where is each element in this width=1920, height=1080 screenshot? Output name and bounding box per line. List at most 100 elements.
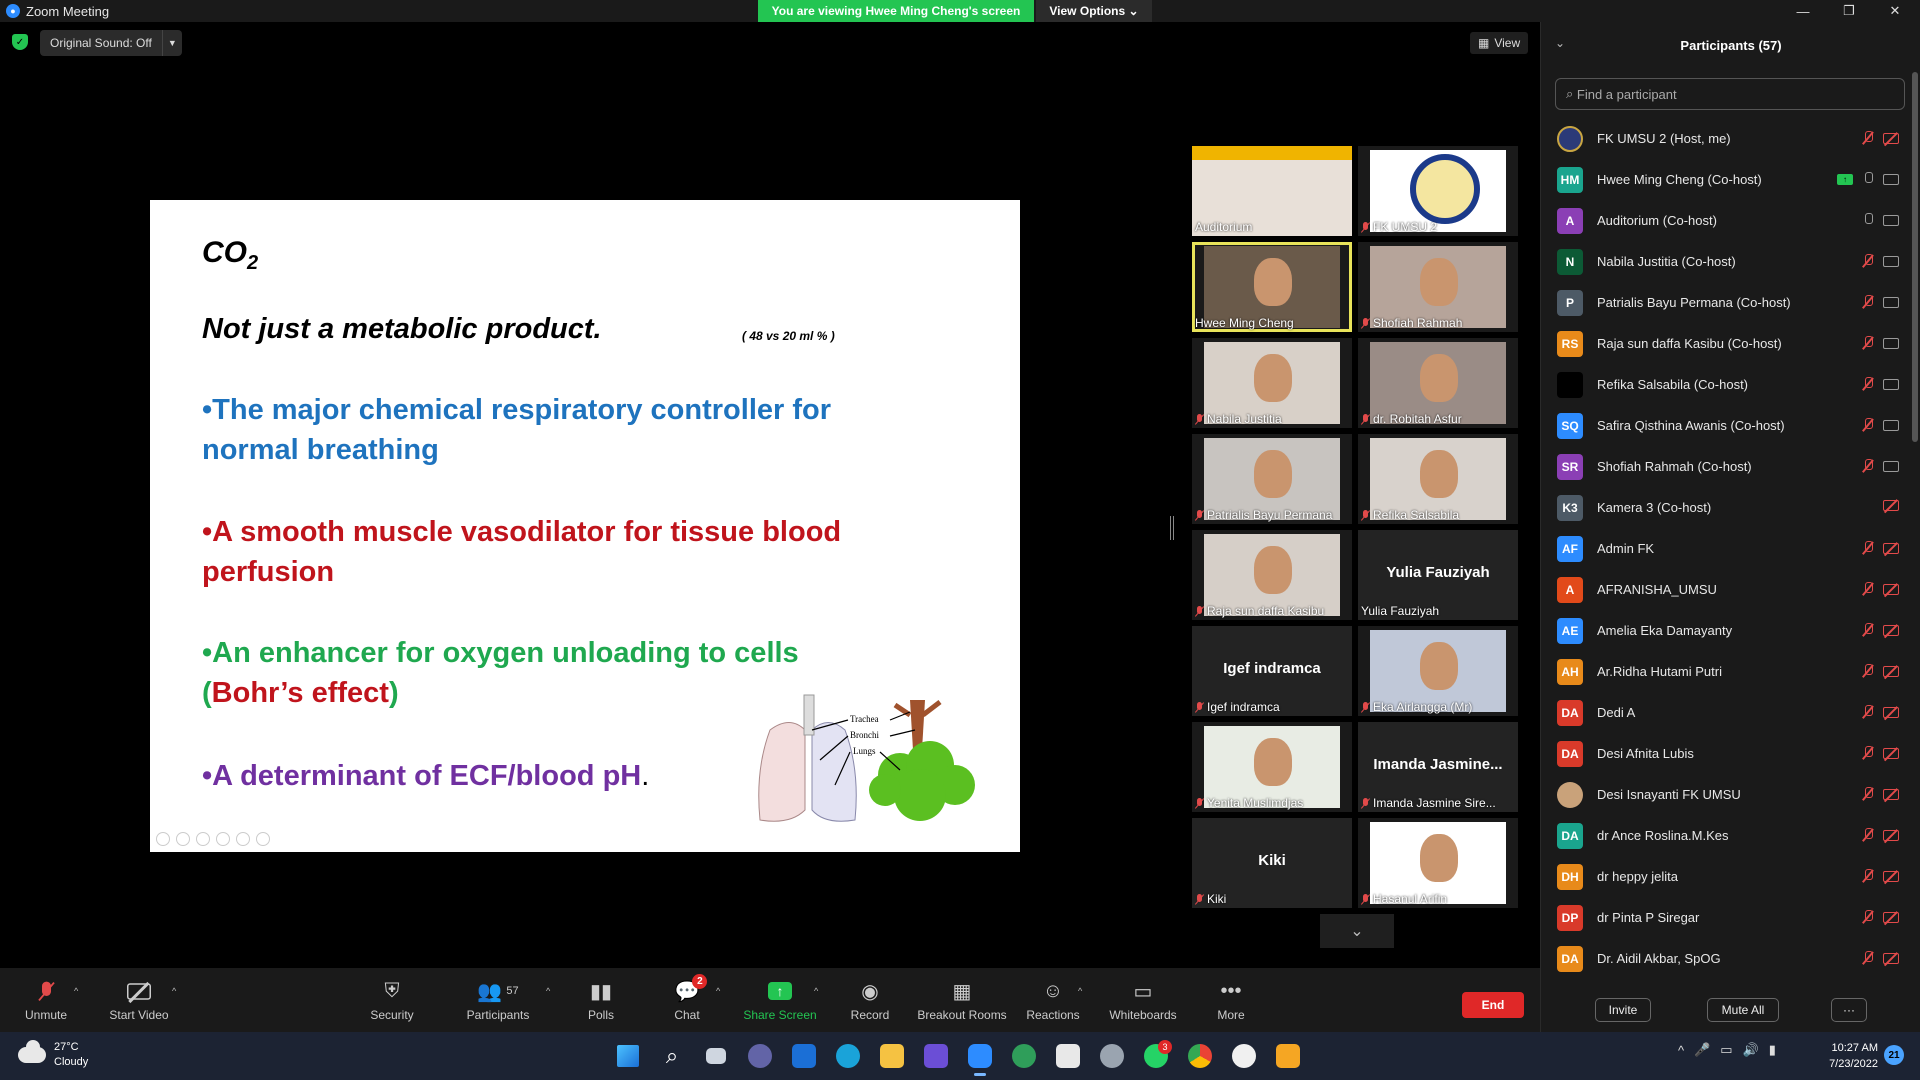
breakout-rooms-button[interactable]: ▦ Breakout Rooms <box>917 968 1006 1032</box>
video-tile[interactable]: FK UMSU 2 <box>1358 146 1518 236</box>
task-view-icon[interactable] <box>700 1038 732 1074</box>
video-tile[interactable]: Nabila Justitia <box>1192 338 1352 428</box>
participants-button[interactable]: 👥 57 Participants <box>464 968 532 1032</box>
chat-button[interactable]: 💬 2 Chat <box>672 968 708 1032</box>
participant-row[interactable]: RS Raja sun daffa Kasibu (Co-host) <box>1541 323 1920 364</box>
invite-button[interactable]: Invite <box>1595 998 1651 1022</box>
polls-button[interactable]: ▮▮ Polls <box>586 968 616 1032</box>
network-icon[interactable]: ▭ <box>1720 1042 1732 1058</box>
encryption-shield-icon[interactable]: ✓ <box>12 34 28 50</box>
participant-row[interactable]: P Patrialis Bayu Permana (Co-host) <box>1541 282 1920 323</box>
more-options-button[interactable]: ··· <box>1831 998 1867 1022</box>
view-button[interactable]: ▦ View <box>1470 32 1529 54</box>
participant-row[interactable]: AH Ar.Ridha Hutami Putri <box>1541 651 1920 692</box>
participant-row[interactable]: Desi Isnayanti FK UMSU <box>1541 774 1920 815</box>
participant-row[interactable]: Refika Salsabila (Co-host) <box>1541 364 1920 405</box>
notification-badge[interactable]: 21 <box>1884 1045 1904 1065</box>
restore-button[interactable]: ❐ <box>1826 0 1872 22</box>
zoom-app-icon[interactable] <box>964 1038 996 1076</box>
panel-scrollbar[interactable] <box>1912 72 1918 442</box>
gallery-scroll-down-button[interactable]: ⌄ <box>1320 914 1394 948</box>
security-button[interactable]: ⛨ Security <box>364 968 420 1032</box>
video-tile[interactable]: Eka Airlangga (Mr) <box>1358 626 1518 716</box>
video-tile[interactable]: Shofiah Rahmah <box>1358 242 1518 332</box>
participant-row[interactable]: DH dr heppy jelita <box>1541 856 1920 897</box>
video-tile[interactable]: Hasanul Arifin <box>1358 818 1518 908</box>
slide-nav-controls[interactable] <box>156 832 270 846</box>
participant-row[interactable]: AF Admin FK <box>1541 528 1920 569</box>
participant-row[interactable]: FK UMSU 2 (Host, me) <box>1541 118 1920 159</box>
participant-row[interactable]: AE Amelia Eka Damayanty <box>1541 610 1920 651</box>
windows-start-icon[interactable] <box>612 1038 644 1074</box>
edge-browser-icon[interactable] <box>832 1038 864 1074</box>
participant-row[interactable]: SR Shofiah Rahmah (Co-host) <box>1541 446 1920 487</box>
participant-search-input[interactable]: ⌕ Find a participant <box>1555 78 1905 110</box>
database-app-icon[interactable] <box>1096 1038 1128 1074</box>
whiteboards-button[interactable]: ▭ Whiteboards <box>1108 968 1178 1032</box>
chat-options-caret-icon[interactable]: ^ <box>716 986 720 996</box>
mic-muted-icon <box>41 978 51 1004</box>
close-window-button[interactable]: ✕ <box>1872 0 1918 22</box>
teams-chat-icon[interactable] <box>744 1038 776 1074</box>
video-tile[interactable]: Patrialis Bayu Permana <box>1192 434 1352 524</box>
search-icon[interactable]: ⌕ <box>656 1038 688 1074</box>
chevron-up-icon[interactable]: ^ <box>1678 1043 1684 1058</box>
participant-row[interactable]: DA Dr. Aidil Akbar, SpOG <box>1541 938 1920 979</box>
original-sound-toggle[interactable]: Original Sound: Off ▼ <box>40 30 182 56</box>
reactions-options-caret-icon[interactable]: ^ <box>1078 986 1082 996</box>
speaker-icon[interactable]: 🔊 <box>1743 1042 1759 1058</box>
audio-options-caret-icon[interactable]: ^ <box>74 986 78 996</box>
participant-row[interactable]: DA Dedi A <box>1541 692 1920 733</box>
video-camera-icon <box>1883 337 1899 349</box>
video-tile[interactable]: Yulia Fauziyah Yulia Fauziyah <box>1358 530 1518 620</box>
taskbar-clock[interactable]: 10:27 AM 7/23/2022 <box>1810 1040 1878 1072</box>
unmute-button[interactable]: Unmute <box>22 968 70 1032</box>
folder-app-icon[interactable] <box>1272 1038 1304 1074</box>
chevron-down-icon[interactable]: ▼ <box>161 30 182 56</box>
participant-status-icons <box>1863 131 1899 145</box>
video-tile[interactable]: Raja sun daffa Kasibu <box>1192 530 1352 620</box>
video-tile[interactable]: Kiki Kiki <box>1192 818 1352 908</box>
video-tile[interactable]: dr. Robitah Asfur <box>1358 338 1518 428</box>
participant-row[interactable]: DP dr Pinta P Siregar <box>1541 897 1920 938</box>
video-tile[interactable]: Hwee Ming Cheng <box>1192 242 1352 332</box>
participant-row[interactable]: HM Hwee Ming Cheng (Co-host) ↑ <box>1541 159 1920 200</box>
end-meeting-button[interactable]: End <box>1462 992 1524 1018</box>
video-tile[interactable]: Igef indramca Igef indramca <box>1192 626 1352 716</box>
more-button[interactable]: ••• More <box>1214 968 1248 1032</box>
participant-row[interactable]: DA dr Ance Roslina.M.Kes <box>1541 815 1920 856</box>
minimize-button[interactable]: — <box>1780 0 1826 22</box>
weather-widget[interactable]: 27°C Cloudy <box>18 1040 88 1070</box>
snipping-tool-icon[interactable] <box>1052 1038 1084 1074</box>
start-video-button[interactable]: Start Video <box>104 968 174 1032</box>
file-explorer-icon[interactable] <box>876 1038 908 1074</box>
participants-options-caret-icon[interactable]: ^ <box>546 986 550 996</box>
view-options-button[interactable]: View Options ⌄ <box>1036 0 1152 22</box>
mute-all-button[interactable]: Mute All <box>1707 998 1779 1022</box>
stopwatch-app-icon[interactable] <box>1228 1038 1260 1074</box>
video-tile[interactable]: Refika Salsabila <box>1358 434 1518 524</box>
video-tile[interactable]: Yenita Muslimdjas <box>1192 722 1352 812</box>
chrome-icon[interactable] <box>1184 1038 1216 1074</box>
record-button[interactable]: ◉ Record <box>848 968 892 1032</box>
participant-row[interactable]: DA Desi Afnita Lubis <box>1541 733 1920 774</box>
weather-condition: Cloudy <box>54 1056 89 1068</box>
battery-icon[interactable]: ▮ <box>1769 1042 1776 1058</box>
panel-splitter-handle[interactable] <box>1170 516 1174 540</box>
reactions-button[interactable]: ☺ Reactions <box>1026 968 1080 1032</box>
participant-row[interactable]: A AFRANISHA_UMSU <box>1541 569 1920 610</box>
visual-studio-icon[interactable] <box>920 1038 952 1074</box>
mail-icon[interactable] <box>788 1038 820 1074</box>
video-options-caret-icon[interactable]: ^ <box>172 986 176 996</box>
participant-row[interactable]: K3 Kamera 3 (Co-host) <box>1541 487 1920 528</box>
share-screen-button[interactable]: ↑ Share Screen <box>743 968 817 1032</box>
globe-app-icon[interactable] <box>1008 1038 1040 1074</box>
microphone-tray-icon[interactable]: 🎤 <box>1694 1042 1710 1058</box>
participant-row[interactable]: N Nabila Justitia (Co-host) <box>1541 241 1920 282</box>
video-tile[interactable]: Auditorium <box>1192 146 1352 236</box>
participant-row[interactable]: SQ Safira Qisthina Awanis (Co-host) <box>1541 405 1920 446</box>
share-options-caret-icon[interactable]: ^ <box>814 986 818 996</box>
video-tile[interactable]: Imanda Jasmine... Imanda Jasmine Sire... <box>1358 722 1518 812</box>
participant-row[interactable]: A Auditorium (Co-host) <box>1541 200 1920 241</box>
whatsapp-icon[interactable]: 3 <box>1140 1038 1172 1074</box>
